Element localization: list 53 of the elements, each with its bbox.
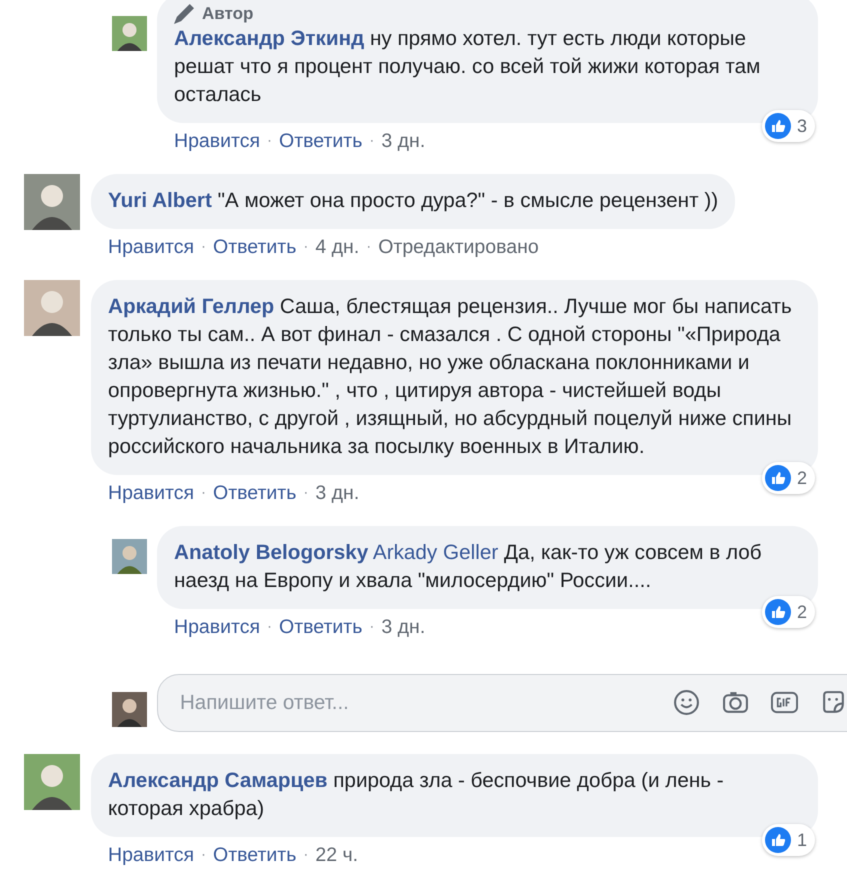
- separator: ·: [303, 237, 308, 257]
- comment-action-link[interactable]: Ответить: [213, 482, 296, 504]
- mention-link[interactable]: Arkady Geller: [372, 541, 498, 564]
- comment-time[interactable]: 4 дн.: [315, 236, 360, 258]
- separator: ·: [267, 131, 272, 151]
- comment-action-link[interactable]: Нравится: [108, 844, 194, 866]
- like-count[interactable]: 1: [762, 824, 815, 856]
- thumbs-up-icon: [764, 465, 791, 491]
- thumbs-up-icon: [764, 599, 791, 625]
- comment-text: Аркадий Геллер Саша, блестящая рецензия.. Лучше мог бы написать только ты сам.. А вот финал - смазался . С одной стороны "«Природа зла» вышла из печати недавно, но уже обласкана поклонниками и опровергнута жизнью." , что , цитируя автора - чистейшей воды туртулианство, с другой , изящный, но абсурдный поцелуй ниже спины российского начальника за посылку военных в Италию.: [108, 294, 793, 460]
- comment-text: Yuri Albert "А может она просто дура?" - в смысле рецензент )): [108, 188, 718, 214]
- comment-time[interactable]: 22 ч.: [315, 844, 358, 866]
- separator: ·: [267, 617, 272, 637]
- separator: ·: [201, 483, 206, 503]
- separator: ·: [366, 237, 372, 257]
- comment-text: Александр Самарцев природа зла - беспочвие добра (и лень - которая храбра): [108, 768, 725, 822]
- pen-icon: [174, 4, 194, 24]
- separator: ·: [303, 845, 308, 865]
- comment-action-link[interactable]: Нравится: [108, 482, 194, 504]
- thumbs-up-icon: [764, 827, 791, 853]
- comment-action-link[interactable]: Ответить: [279, 130, 362, 152]
- separator: ·: [201, 845, 206, 865]
- like-count[interactable]: 3: [762, 110, 815, 142]
- comment-text: Александр Эткинд ну прямо хотел. тут есть люди которые решат что я процент получаю. со всей той жижи которая там осталась: [174, 26, 762, 108]
- like-count[interactable]: 2: [762, 462, 815, 494]
- author-link[interactable]: Аркадий Геллер: [108, 295, 274, 318]
- author-link[interactable]: Александр Самарцев: [108, 769, 328, 792]
- edited-label[interactable]: Отредактировано: [378, 236, 539, 258]
- author-link[interactable]: Anatoly Belogorsky: [174, 541, 368, 564]
- thumbs-up-icon: [764, 113, 791, 139]
- comment-action-link[interactable]: Нравится: [174, 616, 260, 638]
- comment-action-link[interactable]: Ответить: [213, 236, 296, 258]
- emoji-icon[interactable]: [673, 689, 700, 716]
- separator: ·: [369, 617, 374, 637]
- author-link[interactable]: Александр Эткинд: [174, 27, 364, 50]
- like-count[interactable]: 2: [762, 596, 815, 628]
- comment-action-link[interactable]: Нравится: [174, 130, 260, 152]
- author-link[interactable]: Yuri Albert: [108, 189, 212, 212]
- gif-icon[interactable]: [771, 689, 798, 716]
- separator: ·: [369, 131, 374, 151]
- separator: ·: [201, 237, 206, 257]
- comment-action-link[interactable]: Нравится: [108, 236, 194, 258]
- comment-time[interactable]: 3 дн.: [381, 130, 426, 152]
- comment-action-link[interactable]: Ответить: [213, 844, 296, 866]
- sticker-icon[interactable]: [820, 689, 847, 716]
- comment-action-link[interactable]: Ответить: [279, 616, 362, 638]
- comment-time[interactable]: 3 дн.: [315, 482, 360, 504]
- reply-input-field[interactable]: Напишите ответ...: [157, 674, 847, 732]
- author-label: Автор: [202, 4, 254, 24]
- comment-time[interactable]: 3 дн.: [381, 616, 426, 638]
- comment-text: Anatoly Belogorsky Arkady Geller Да, как-то уж совсем в лоб наезд на Европу и хвала "милосердию" России....: [174, 540, 763, 594]
- camera-icon[interactable]: [722, 689, 749, 716]
- separator: ·: [303, 483, 308, 503]
